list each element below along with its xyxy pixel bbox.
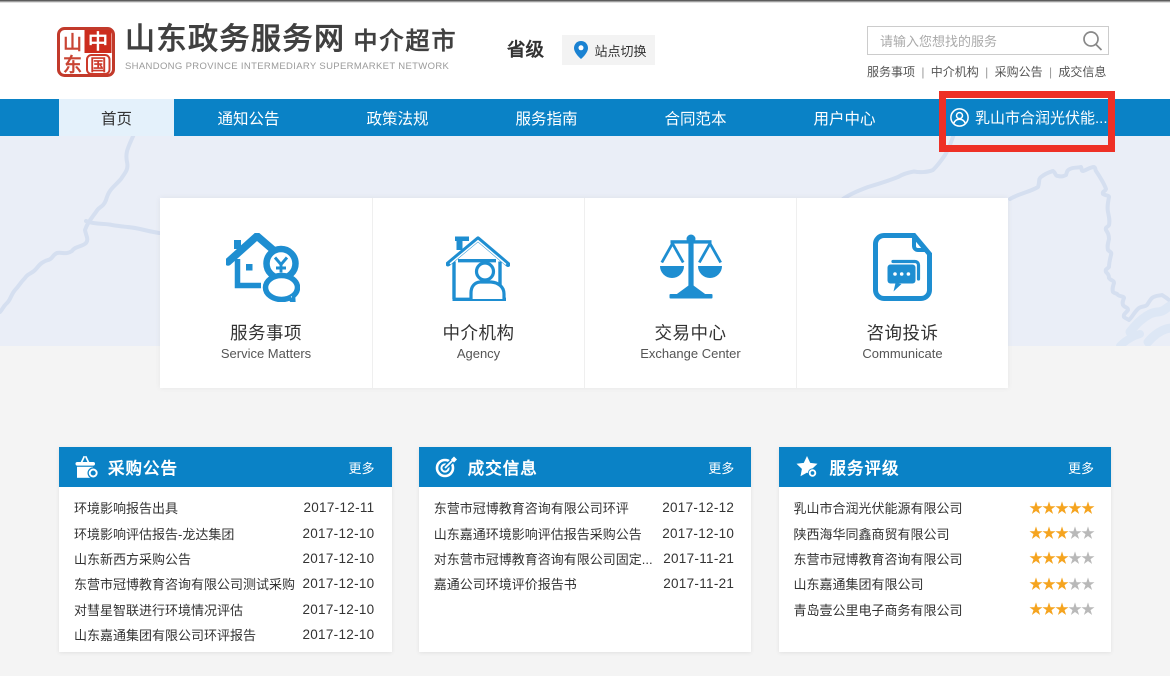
svg-text:山: 山 (63, 32, 82, 54)
svg-text:中: 中 (88, 30, 108, 54)
svg-text:国: 国 (90, 57, 106, 75)
svg-text:东: 东 (63, 53, 82, 76)
